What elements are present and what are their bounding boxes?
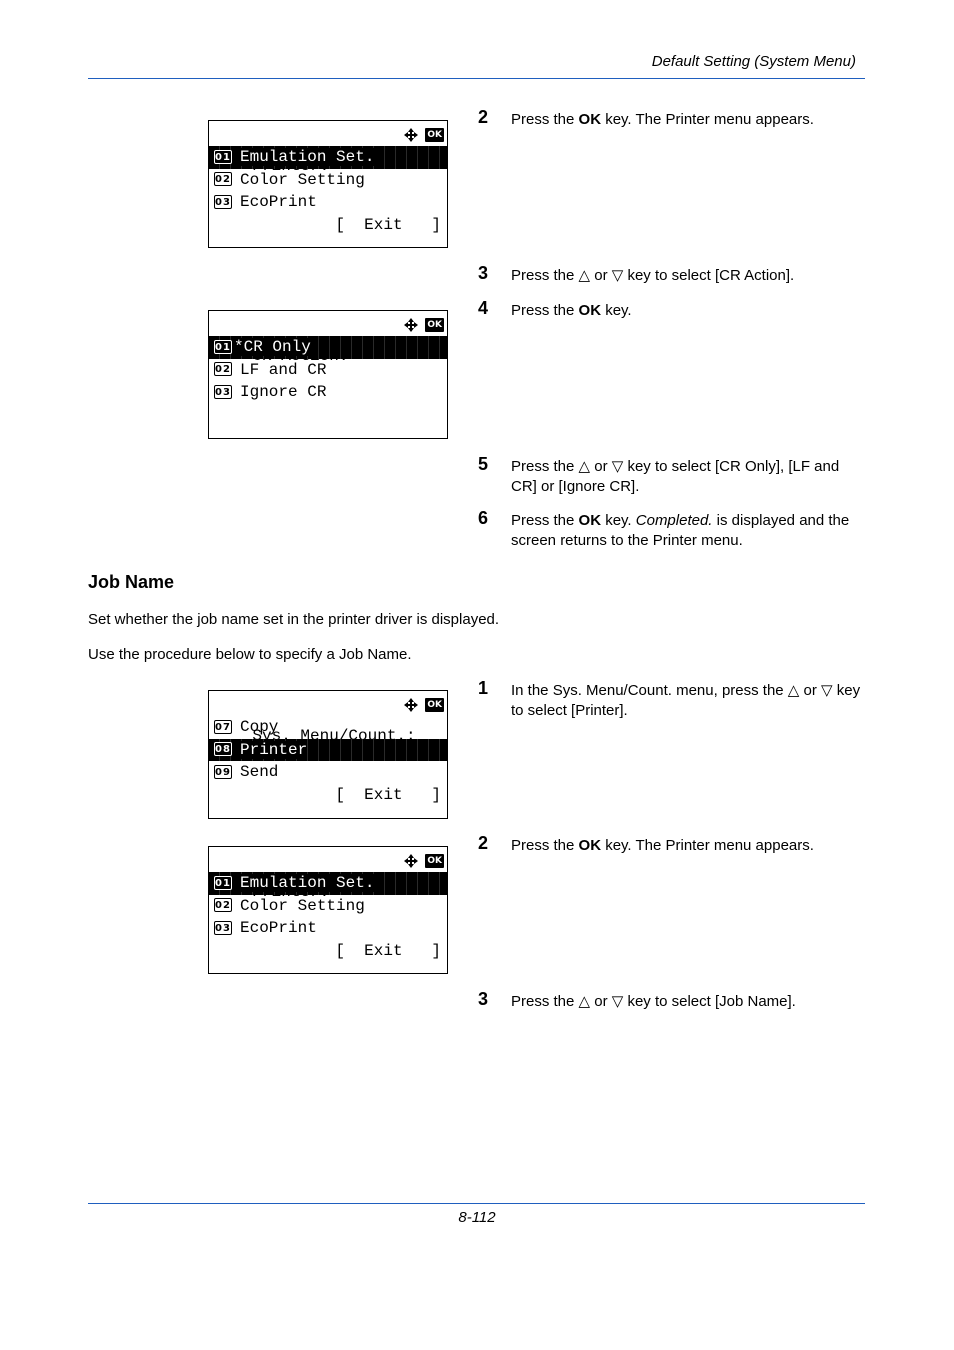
item-number-badge: 01 — [214, 339, 232, 354]
item-number-badge: 02 — [214, 898, 232, 913]
lcd-row-text: Copy — [240, 718, 279, 736]
lcd-row-text: Ignore CR — [240, 383, 327, 401]
lcd-row: 02 Color Setting — [209, 169, 447, 192]
item-number-badge: 01 — [214, 875, 232, 890]
lcd-screen-sys-menu: Sys. Menu/Count.: OK 07 Copy 08 Printer 09… — [208, 690, 448, 819]
step-text: In the Sys. Menu/Count. menu, press the … — [511, 682, 861, 719]
step-3: 3 Press the △ or ▽ key to select [CR Act… — [478, 263, 868, 286]
step-text: Press the △ or ▽ key to select [CR Actio… — [511, 267, 795, 284]
lcd-title-row: Printer: OK — [209, 847, 447, 901]
lcd-row: 09 Send — [209, 761, 447, 784]
step-number: 2 — [478, 833, 489, 853]
lcd-exit-softkey: [ Exit ] — [335, 215, 441, 234]
lcd-row-text: *CR Only — [234, 338, 311, 356]
step-text: Press the △ or ▽ key to select [CR Only]… — [511, 458, 840, 495]
lcd-screen-printer-menu-2: Printer: OK 01 Emulation Set. 02 Color Set… — [208, 846, 448, 974]
step-number: 5 — [478, 454, 489, 474]
ok-key-icon: OK — [425, 318, 444, 332]
procedure-intro: Use the procedure below to specify a Job… — [88, 646, 412, 663]
item-number-badge: 01 — [214, 149, 232, 164]
step-number: 3 — [478, 263, 489, 283]
step-6: 6 Press the OK key. Completed. is displa… — [478, 508, 868, 551]
lcd-title-row: Printer: OK — [209, 121, 447, 175]
lcd-screen-printer-menu: Printer: OK 01 Emulation Set. 02 Color Set… — [208, 120, 448, 248]
lcd-row-text: Color Setting — [240, 896, 365, 915]
item-number-badge: 03 — [214, 194, 232, 209]
step-text: Press the OK key. — [511, 302, 632, 319]
lcd-exit-softkey: [ Exit ] — [335, 941, 441, 960]
lcd-row: 02 LF and CR — [209, 359, 447, 382]
step-5: 5 Press the △ or ▽ key to select [CR Onl… — [478, 454, 868, 497]
ok-key-icon: OK — [425, 128, 444, 142]
lcd-row-text: EcoPrint — [240, 919, 317, 937]
step-number: 3 — [478, 989, 489, 1009]
item-number-badge: 03 — [214, 384, 232, 399]
step-text: Press the OK key. The Printer menu appea… — [511, 837, 814, 854]
step-number: 2 — [478, 107, 489, 127]
step-number: 6 — [478, 508, 489, 528]
lcd-row-text: Printer — [240, 740, 308, 759]
four-way-arrow-icon — [404, 318, 419, 332]
step-2: 2 Press the OK key. The Printer menu app… — [478, 833, 868, 856]
step-number: 4 — [478, 298, 489, 318]
page-number: 8-112 — [458, 1209, 496, 1226]
lcd-exit-softkey: [ Exit ] — [335, 785, 441, 804]
page-header-title: Default Setting (System Menu) — [651, 53, 856, 70]
ok-key-icon: OK — [425, 854, 444, 868]
lcd-row: 03 Ignore CR — [209, 381, 447, 404]
lcd-row: 03 EcoPrint — [209, 917, 447, 940]
four-way-arrow-icon — [404, 854, 419, 868]
step-4: 4 Press the OK key. — [478, 298, 868, 321]
step-text: Press the OK key. The Printer menu appea… — [511, 111, 814, 128]
lcd-row-selected: 08 Printer — [209, 738, 447, 761]
lcd-row-text: Color Setting — [240, 170, 365, 189]
item-number-badge: 08 — [214, 742, 232, 757]
lcd-row-selected: 01 Emulation Set. — [209, 146, 447, 169]
step-text: Press the △ or ▽ key to select [Job Name… — [511, 993, 796, 1010]
lcd-row: 07 Copy — [209, 716, 447, 739]
lcd-row-selected: 01 *CR Only — [209, 336, 447, 359]
item-number-badge: 02 — [214, 362, 232, 377]
section-description: Set whether the job name set in the prin… — [88, 611, 500, 628]
lcd-row: 03 EcoPrint — [209, 191, 447, 214]
step-number: 1 — [478, 678, 489, 698]
lcd-screen-cr-action: CR Action: OK 01*CR Only 02 LF and CR 03 I… — [208, 310, 448, 439]
lcd-row-selected: 01 Emulation Set. — [209, 872, 447, 895]
lcd-row: 02 Color Setting — [209, 895, 447, 918]
lcd-title-row: Sys. Menu/Count.: OK — [209, 691, 447, 745]
ok-key-icon: OK — [425, 698, 444, 712]
four-way-arrow-icon — [404, 128, 419, 142]
lcd-title-row: CR Action: OK — [209, 311, 447, 365]
step-text: Press the OK key. Completed. is displaye… — [511, 512, 850, 549]
item-number-badge: 07 — [214, 719, 232, 734]
item-number-badge: 02 — [214, 172, 232, 187]
item-number-badge: 09 — [214, 764, 232, 779]
lcd-row-text: Send — [240, 763, 279, 781]
step-3: 3 Press the △ or ▽ key to select [Job Na… — [478, 989, 868, 1012]
lcd-row-text: LF and CR — [240, 360, 327, 379]
lcd-row-text: EcoPrint — [240, 193, 317, 211]
step-2: 2 Press the OK key. The Printer menu app… — [478, 107, 868, 130]
step-1: 1 In the Sys. Menu/Count. menu, press th… — [478, 678, 868, 721]
four-way-arrow-icon — [404, 698, 419, 712]
item-number-badge: 03 — [214, 920, 232, 935]
header-rule — [88, 78, 865, 79]
footer-rule — [88, 1203, 865, 1204]
lcd-row-text: Emulation Set. — [240, 874, 375, 892]
section-heading: Job Name — [88, 572, 175, 592]
lcd-row-text: Emulation Set. — [240, 148, 375, 166]
